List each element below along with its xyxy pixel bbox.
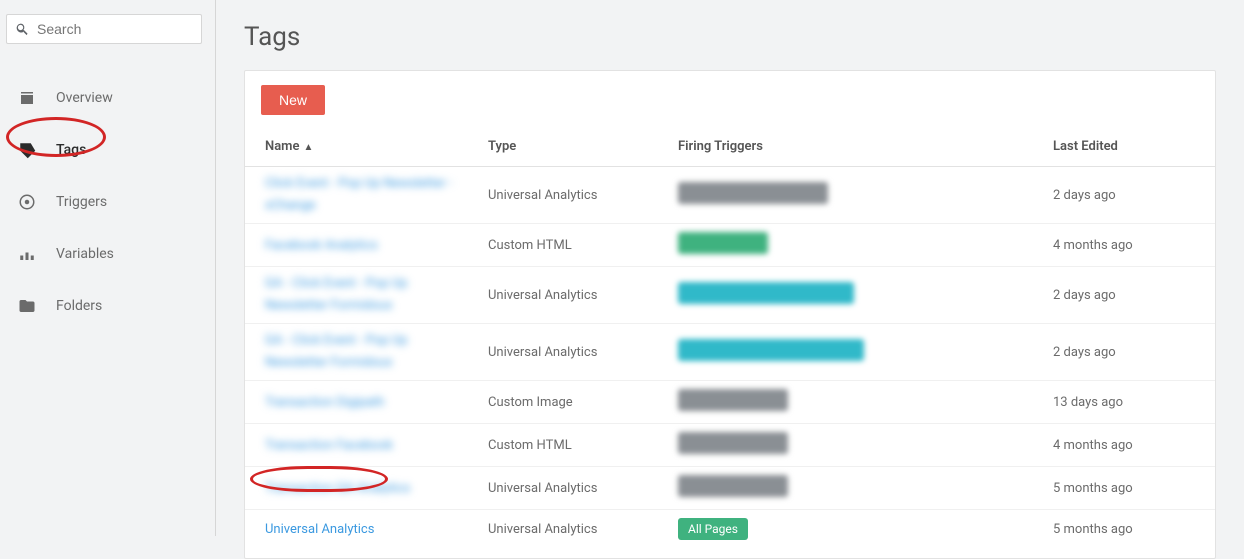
sidebar-item-triggers[interactable]: Triggers [0, 176, 215, 228]
search-input[interactable] [37, 21, 193, 37]
tag-type: Universal Analytics [480, 324, 670, 381]
table-row[interactable]: Transaction Facebook Custom HTML 4 months … [245, 424, 1215, 467]
trigger-pill-blurred[interactable] [678, 339, 864, 361]
trigger-pill[interactable]: All Pages [678, 518, 748, 540]
last-edited: 2 days ago [1045, 167, 1215, 224]
trigger-pill-blurred[interactable] [678, 182, 828, 204]
tag-type: Universal Analytics [480, 510, 670, 549]
col-header-edited[interactable]: Last Edited [1045, 127, 1215, 167]
last-edited: 2 days ago [1045, 324, 1215, 381]
table-row[interactable]: Transaction GA Analytics Universal Analyt… [245, 467, 1215, 510]
tags-table: Name▲ Type Firing Triggers Last Edited C… [245, 127, 1215, 548]
sidebar-item-overview[interactable]: Overview [0, 72, 215, 124]
sidebar-item-label: Overview [56, 90, 113, 106]
tag-type: Custom HTML [480, 424, 670, 467]
trigger-pill-blurred[interactable] [678, 282, 854, 304]
sidebar-item-label: Folders [56, 298, 102, 314]
table-row[interactable]: GA - Click Event - Pop Up Newsletter For… [245, 267, 1215, 324]
sidebar-item-label: Variables [56, 246, 114, 262]
sidebar-item-variables[interactable]: Variables [0, 228, 215, 280]
main-content: Tags New Name▲ Type Firing Triggers Last… [216, 0, 1244, 536]
last-edited: 5 months ago [1045, 467, 1215, 510]
tag-type: Custom HTML [480, 224, 670, 267]
table-row[interactable]: GA - Click Event - Pop Up Newsletter For… [245, 324, 1215, 381]
tag-icon [18, 141, 40, 159]
search-icon [15, 22, 29, 36]
col-header-triggers[interactable]: Firing Triggers [670, 127, 1045, 167]
trigger-pill-blurred[interactable] [678, 389, 788, 411]
trigger-pill-blurred[interactable] [678, 232, 768, 254]
tag-name-link-blurred[interactable]: GA - Click Event - Pop Up Newsletter For… [265, 330, 465, 374]
search-input-wrap[interactable] [6, 14, 202, 44]
tag-name-link-blurred[interactable]: Click Event - Pop Up Newsletter - xChang… [265, 173, 465, 217]
table-row[interactable]: Click Event - Pop Up Newsletter - xChang… [245, 167, 1215, 224]
col-header-type[interactable]: Type [480, 127, 670, 167]
sidebar-item-tags[interactable]: Tags [0, 124, 215, 176]
sidebar: Overview Tags Triggers Variables [0, 0, 216, 536]
last-edited: 2 days ago [1045, 267, 1215, 324]
tag-name-link-blurred[interactable]: Transaction GA Analytics [265, 481, 410, 496]
trigger-pill-blurred[interactable] [678, 475, 788, 497]
tag-name-link-blurred[interactable]: Transaction Facebook [265, 438, 393, 453]
variable-icon [18, 245, 40, 263]
tag-type: Universal Analytics [480, 167, 670, 224]
trigger-icon [18, 193, 40, 211]
table-row[interactable]: Facebook Analytics Custom HTML 4 months ag… [245, 224, 1215, 267]
tag-name-link[interactable]: Universal Analytics [265, 522, 374, 537]
table-row[interactable]: Transaction Digipath Custom Image 13 days … [245, 381, 1215, 424]
folder-icon [18, 297, 40, 315]
table-row[interactable]: Universal Analytics Universal Analytics Al… [245, 510, 1215, 549]
sidebar-item-label: Triggers [56, 194, 107, 210]
last-edited: 5 months ago [1045, 510, 1215, 549]
last-edited: 4 months ago [1045, 424, 1215, 467]
tags-card: New Name▲ Type Firing Triggers Last Edit… [244, 70, 1216, 559]
tag-type: Universal Analytics [480, 467, 670, 510]
tag-name-link-blurred[interactable]: Transaction Digipath [265, 395, 384, 410]
sidebar-item-folders[interactable]: Folders [0, 280, 215, 332]
sort-asc-icon: ▲ [303, 142, 313, 153]
trigger-pill-blurred[interactable] [678, 432, 788, 454]
sidebar-item-label: Tags [56, 142, 86, 158]
tag-name-link-blurred[interactable]: GA - Click Event - Pop Up Newsletter For… [265, 273, 465, 317]
last-edited: 13 days ago [1045, 381, 1215, 424]
page-title: Tags [244, 22, 1216, 52]
tag-type: Universal Analytics [480, 267, 670, 324]
tag-name-link-blurred[interactable]: Facebook Analytics [265, 238, 378, 253]
last-edited: 4 months ago [1045, 224, 1215, 267]
overview-icon [18, 89, 40, 107]
nav: Overview Tags Triggers Variables [0, 72, 215, 332]
col-header-name[interactable]: Name▲ [245, 127, 480, 167]
tag-type: Custom Image [480, 381, 670, 424]
new-button[interactable]: New [261, 85, 325, 115]
